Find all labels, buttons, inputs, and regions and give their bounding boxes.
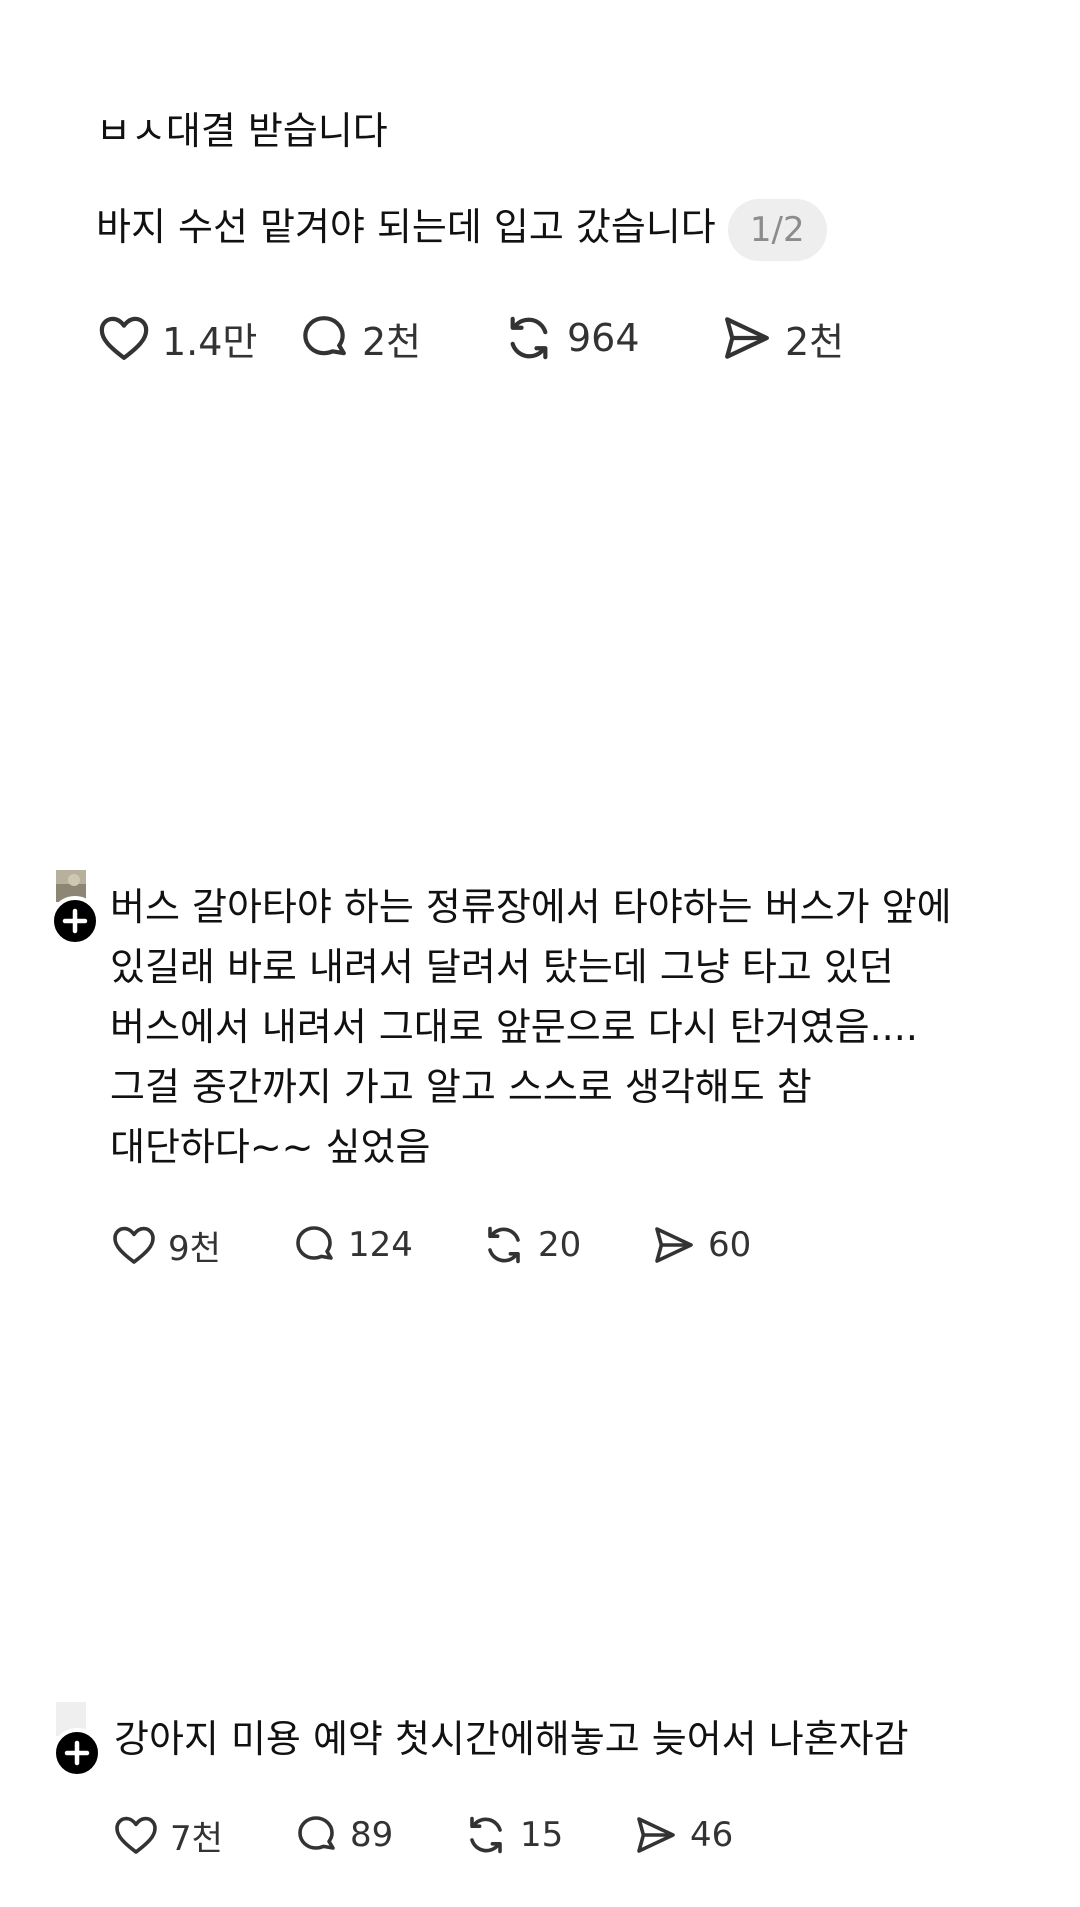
like-count: 9천	[168, 1228, 221, 1269]
repost-button[interactable]: 20	[480, 1221, 650, 1269]
like-button[interactable]: 7천	[112, 1811, 292, 1860]
post-3-actions: 7천 89 15 46	[112, 1810, 733, 1860]
repost-arrows-icon	[470, 1816, 502, 1854]
speech-bubble-icon	[303, 316, 346, 356]
post-2-text-line-1: 버스 갈아타야 하는 정류장에서 타야하는 버스가 앞에	[110, 885, 952, 929]
repost-arrows-icon	[510, 316, 548, 360]
post-1-text-line-2: 바지 수선 맡겨야 되는데 입고 갔습니다 1/2	[96, 196, 827, 261]
follow-button[interactable]	[52, 1728, 102, 1778]
like-count: 1.4만	[162, 319, 258, 364]
paper-plane-icon	[655, 1227, 693, 1263]
repost-button[interactable]: 15	[462, 1811, 632, 1859]
post-2-text-line-3: 버스에서 내려서 그대로 앞문으로 다시 탄거였음....	[110, 1005, 918, 1049]
plus-icon	[62, 908, 88, 934]
share-count: 2천	[785, 319, 845, 364]
post-1-text-line-1: ㅂㅅ대결 받습니다	[96, 109, 388, 153]
post-2-text-line-2: 있길래 바로 내려서 달려서 탔는데 그냥 타고 있던	[110, 945, 894, 989]
speech-bubble-icon	[296, 1226, 333, 1260]
post-1-actions: 1.4만 2천 964 2천	[96, 308, 844, 368]
share-button[interactable]: 46	[632, 1811, 733, 1859]
post-3-text-line-1: 강아지 미용 예약 첫시간에해놓고 늦어서 나혼자감	[114, 1717, 909, 1761]
post-2-text-line-4: 그걸 중간까지 가고 알고 스스로 생각해도 참	[110, 1065, 812, 1109]
share-count: 46	[690, 1815, 734, 1855]
like-button[interactable]: 9천	[110, 1221, 290, 1270]
repost-arrows-icon	[488, 1226, 520, 1264]
post-2-text-line-5: 대단하다~~ 싶었음	[110, 1125, 431, 1169]
reply-count: 2천	[362, 319, 422, 364]
heart-icon	[115, 1816, 157, 1854]
speech-bubble-icon	[298, 1816, 335, 1850]
paper-plane-icon	[725, 317, 769, 359]
repost-count: 964	[567, 316, 640, 360]
plus-icon	[64, 1740, 90, 1766]
share-button[interactable]: 60	[650, 1221, 751, 1269]
reply-button[interactable]: 2천	[296, 310, 501, 366]
share-count: 60	[708, 1225, 752, 1265]
paper-plane-icon	[637, 1817, 675, 1853]
heart-icon	[113, 1226, 155, 1264]
repost-count: 20	[538, 1225, 582, 1265]
heart-icon	[99, 316, 149, 360]
follow-button[interactable]	[50, 896, 100, 946]
like-count: 7천	[170, 1818, 223, 1859]
reply-button[interactable]: 124	[290, 1221, 480, 1269]
reply-button[interactable]: 89	[292, 1811, 462, 1859]
share-button[interactable]: 2천	[719, 310, 844, 366]
post-2-actions: 9천 124 20 60	[110, 1220, 751, 1270]
reply-count: 124	[348, 1225, 413, 1265]
like-button[interactable]: 1.4만	[96, 310, 296, 366]
repost-button[interactable]: 964	[501, 310, 719, 366]
reply-count: 89	[350, 1815, 394, 1855]
repost-count: 15	[520, 1815, 564, 1855]
post-1-caption: 바지 수선 맡겨야 되는데 입고 갔습니다	[96, 205, 716, 249]
image-page-indicator: 1/2	[727, 198, 827, 261]
